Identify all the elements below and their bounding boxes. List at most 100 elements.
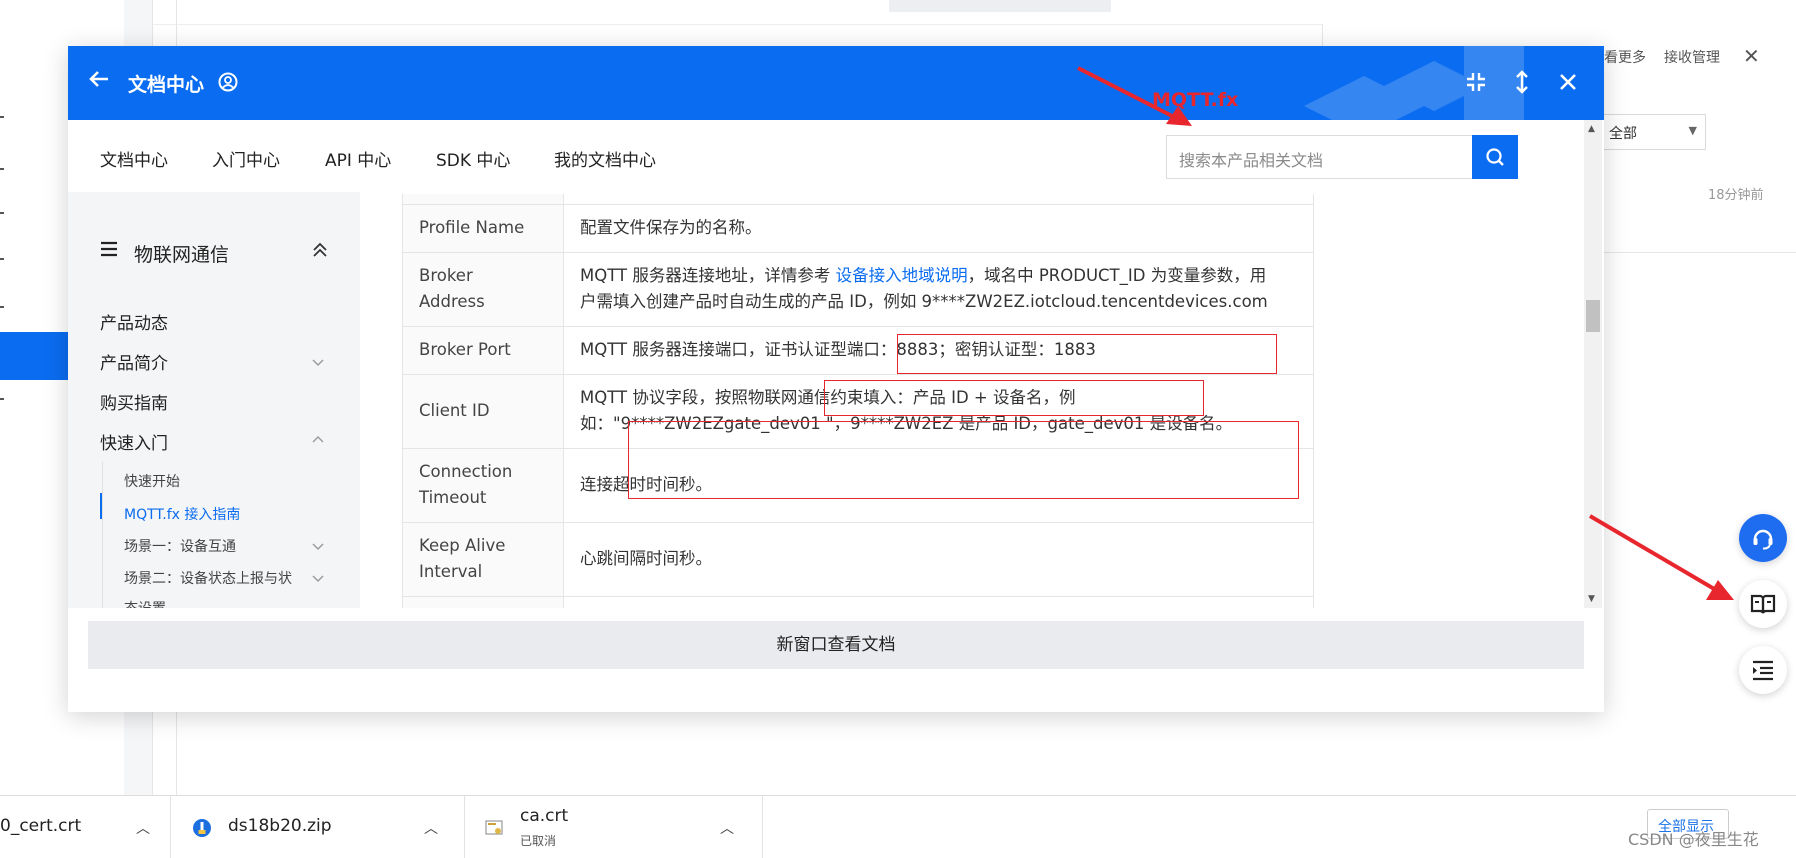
chevron-up-icon[interactable]: ︿ [136, 818, 150, 838]
filter-select[interactable]: 全部 ▼ [1598, 114, 1706, 150]
tab-my-docs[interactable]: 我的文档中心 [554, 146, 656, 171]
outline-button[interactable] [1739, 646, 1787, 694]
collapse-icon[interactable] [1464, 70, 1488, 94]
annotation-box-broker-address [897, 334, 1277, 374]
param-value-text: ，域名中 PRODUCT_ID 为变量参数，用 [967, 266, 1267, 285]
download-bar: 0_cert.crt ︿ ds18b20.zip ︿ ca.crt 已取消 ︿ [0, 795, 1796, 858]
doc-sidebar: 物联网通信 产品动态 产品简介 购买指南 快速入门 快速开始 MQTT.fx 接… [68, 192, 360, 608]
tab-doc-center[interactable]: 文档中心 [100, 146, 168, 171]
param-key: Keep Alive Interval [402, 521, 564, 597]
param-key-line: Connection [419, 462, 513, 481]
sidebar-item-quick-start[interactable]: 快速入门 [100, 429, 168, 454]
download-file-name: 0_cert.crt [0, 816, 82, 836]
tab-api-center[interactable]: API 中心 [325, 146, 391, 171]
outline-icon [1753, 660, 1773, 681]
document-button[interactable] [1739, 580, 1787, 628]
param-value: MQTT 服务器连接地址，详情参考 设备接入地域说明，域名中 PRODUCT_I… [563, 251, 1314, 327]
annotation-label: MQTT.fx [1152, 89, 1239, 111]
active-indicator [100, 493, 102, 519]
scroll-down-icon[interactable]: ▼ [1588, 594, 1595, 604]
param-value: 心跳间隔时间秒。 [563, 521, 1314, 597]
double-chevron-up-icon[interactable] [312, 242, 328, 258]
download-item[interactable]: ds18b20.zip ︿ [170, 796, 465, 858]
back-arrow-icon[interactable] [88, 68, 110, 90]
download-item[interactable]: ca.crt 已取消 ︿ [464, 796, 763, 858]
param-value-text: MQTT 服务器连接地址，详情参考 [580, 266, 836, 285]
chevron-up-icon[interactable]: ︿ [424, 818, 438, 838]
sidebar-subitem-scene-two[interactable]: 场景二：设备状态上报与状 [124, 568, 292, 588]
more-link[interactable]: 看更多 [1604, 47, 1646, 67]
certificate-file-icon [485, 820, 503, 835]
param-key: Broker Address [402, 251, 564, 327]
sidebar-subitem-scene-two-cont: 态设置 [124, 598, 166, 608]
book-icon [1750, 594, 1776, 614]
panel-close-icon[interactable]: ✕ [1743, 44, 1760, 68]
sidebar-item-buy-guide[interactable]: 购买指南 [100, 389, 168, 414]
expand-vertical-icon[interactable] [1510, 70, 1534, 94]
param-value-line: 户需填入创建产品时自动生成的产品 ID，例如 9****ZW2EZ.iotclo… [580, 292, 1268, 311]
customer-service-button[interactable] [1739, 514, 1787, 562]
menu-icon[interactable] [100, 241, 118, 257]
message-time: 18分钟前 [1708, 188, 1764, 203]
watermark: CSDN @夜里生花 [1628, 830, 1759, 849]
user-circle-icon[interactable] [218, 72, 238, 92]
dialog-header: 文档中心 [68, 46, 1604, 120]
doc-content: Profile Name 配置文件保存为的名称。 Broker Address … [360, 192, 1604, 608]
chevron-up-icon[interactable]: ︿ [720, 818, 734, 838]
sidebar-subitem-scene-one[interactable]: 场景一：设备互通 [124, 536, 236, 556]
table-row [402, 595, 1314, 608]
search-icon [1486, 148, 1504, 166]
sidebar-subitem-mqttfx-guide[interactable]: MQTT.fx 接入指南 [124, 504, 240, 524]
close-icon[interactable] [1556, 70, 1580, 94]
param-key-line: Broker [419, 266, 473, 285]
doc-search-input[interactable]: 搜索本产品相关文档 [1166, 135, 1518, 179]
sidebar-title: 物联网通信 [134, 244, 230, 266]
param-key-line: Timeout [419, 488, 487, 507]
tab-getting-started[interactable]: 入门中心 [212, 146, 280, 171]
param-key-line: Address [419, 292, 485, 311]
region-doc-link[interactable]: 设备接入地域说明 [836, 266, 968, 285]
chevron-down-icon[interactable] [312, 572, 324, 584]
chevron-down-icon[interactable] [312, 356, 324, 368]
headset-icon [1753, 529, 1773, 550]
annotation-box-client-id [628, 421, 1299, 499]
search-placeholder: 搜索本产品相关文档 [1179, 151, 1324, 170]
scroll-thumb[interactable] [1586, 300, 1600, 332]
annotation-box-broker-port [824, 380, 1204, 416]
param-key: Broker Port [402, 325, 564, 375]
doc-nav-bar: 文档中心 入门中心 API 中心 SDK 中心 我的文档中心 搜索本产品相关文档 [68, 120, 1604, 193]
table-row: Keep Alive Interval 心跳间隔时间秒。 [402, 521, 1314, 597]
table-row [402, 194, 1314, 205]
sidebar-subitem-quick-begin[interactable]: 快速开始 [124, 471, 180, 491]
submenu-guide-line [102, 462, 103, 608]
doc-center-dialog: 文档中心 文档中心 入门中心 API 中心 SDK 中心 我的文档中心 搜索本产… [68, 46, 1604, 712]
receive-manage-link[interactable]: 接收管理 [1664, 47, 1720, 67]
search-button[interactable] [1472, 135, 1518, 179]
dialog-title: 文档中心 [128, 74, 205, 96]
annotation-arrow-doc-button [1588, 514, 1734, 600]
param-key-line: Interval [419, 562, 483, 581]
chevron-down-icon: ▼ [1688, 124, 1697, 137]
tab-sdk-center[interactable]: SDK 中心 [436, 146, 510, 171]
content-scrollbar[interactable]: ▲ ▼ [1584, 120, 1602, 608]
filter-select-value: 全部 [1609, 126, 1637, 142]
chevron-down-icon[interactable] [312, 540, 324, 552]
table-row: Broker Address MQTT 服务器连接地址，详情参考 设备接入地域说… [402, 251, 1314, 327]
header-decoration [1304, 46, 1524, 120]
param-key: Connection Timeout [402, 447, 564, 523]
chevron-up-icon[interactable] [312, 434, 324, 446]
param-value: 配置文件保存为的名称。 [563, 203, 1314, 253]
console-left-nav-active-item[interactable] [0, 332, 68, 380]
param-key: Profile Name [402, 203, 564, 253]
table-row: Profile Name 配置文件保存为的名称。 [402, 203, 1314, 253]
scroll-up-icon[interactable]: ▲ [1588, 124, 1595, 134]
open-new-window-button[interactable]: 新窗口查看文档 [88, 621, 1584, 669]
sidebar-item-product-intro[interactable]: 产品简介 [100, 349, 168, 374]
param-key-line: Keep Alive [419, 536, 506, 555]
param-key: Client ID [402, 373, 564, 449]
zip-file-icon [193, 819, 211, 837]
sidebar-item-product-news[interactable]: 产品动态 [100, 309, 168, 334]
download-status: 已取消 [520, 834, 557, 848]
download-file-name: ca.crt [520, 806, 569, 826]
download-item[interactable]: 0_cert.crt ︿ [0, 796, 171, 858]
